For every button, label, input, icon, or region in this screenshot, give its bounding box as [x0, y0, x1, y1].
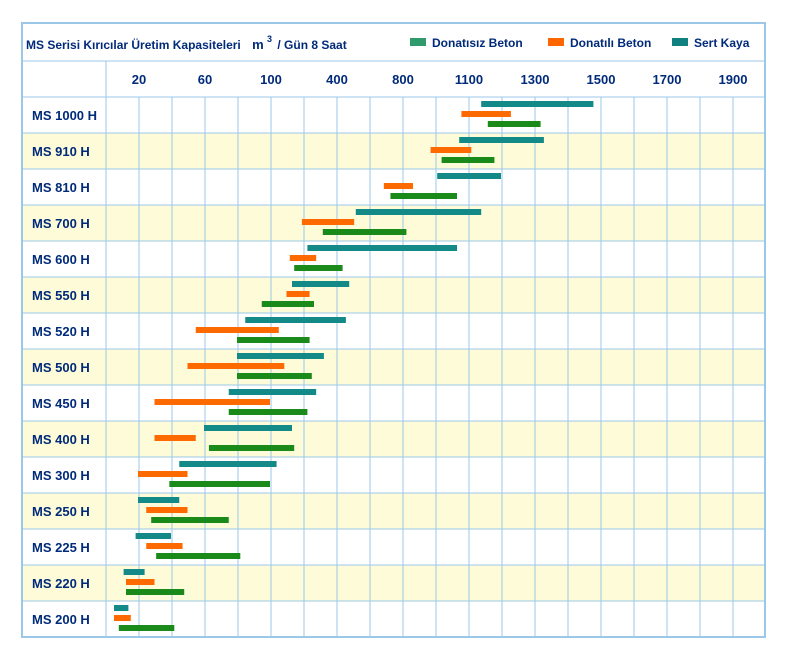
row-label-ms-700-h: MS 700 H: [32, 216, 90, 231]
bar-donatili-beton-ms-200-h: [114, 615, 131, 621]
bar-sert-kaya-ms-910-h: [459, 137, 544, 143]
bar-sert-kaya-ms-520-h: [245, 317, 346, 323]
bar-donatisiz-beton-ms-400-h: [208, 445, 295, 451]
bar-donatisiz-beton-ms-220-h: [126, 589, 185, 595]
legend: Donatısız Beton Donatılı Beton Sert Kaya: [410, 36, 750, 50]
bar-donatili-beton-ms-500-h: [187, 363, 285, 369]
row-label-ms-225-h: MS 225 H: [32, 540, 90, 555]
bar-donatili-beton-ms-910-h: [430, 147, 472, 153]
bar-donatili-beton-ms-450-h: [154, 399, 270, 405]
x-tick-label: 1700: [653, 72, 682, 87]
bar-donatili-beton-ms-520-h: [195, 327, 279, 333]
bar-sert-kaya-ms-500-h: [237, 353, 324, 359]
bar-donatisiz-beton-ms-225-h: [156, 553, 241, 559]
bar-donatili-beton-ms-700-h: [301, 219, 355, 225]
bar-donatisiz-beton-ms-1000-h: [487, 121, 541, 127]
x-tick-label: 100: [260, 72, 282, 87]
x-tick-label: 800: [392, 72, 414, 87]
row-band: [22, 421, 765, 457]
bar-sert-kaya-ms-600-h: [307, 245, 457, 251]
row-label-ms-810-h: MS 810 H: [32, 180, 90, 195]
legend-label: Sert Kaya: [694, 36, 750, 50]
legend-swatch: [410, 38, 426, 46]
row-label-ms-250-h: MS 250 H: [32, 504, 90, 519]
row-label-ms-520-h: MS 520 H: [32, 324, 90, 339]
bar-donatisiz-beton-ms-250-h: [151, 517, 229, 523]
row-band: [22, 493, 765, 529]
bar-donatisiz-beton-ms-500-h: [237, 373, 312, 379]
row-label-ms-400-h: MS 400 H: [32, 432, 90, 447]
bar-donatisiz-beton-ms-200-h: [118, 625, 175, 631]
bar-donatili-beton-ms-250-h: [146, 507, 188, 513]
bar-donatili-beton-ms-810-h: [383, 183, 413, 189]
row-band: [22, 349, 765, 385]
legend-swatch: [672, 38, 688, 46]
unit-prefix: m: [252, 37, 264, 52]
chart-title-text: MS Serisi Kırıcılar Üretim Kapasiteleri: [26, 37, 241, 52]
legend-label: Donatısız Beton: [432, 36, 523, 50]
legend-swatch: [548, 38, 564, 46]
x-tick-label: 1100: [455, 72, 483, 87]
bar-donatili-beton-ms-550-h: [286, 291, 310, 297]
x-tick-label: 400: [326, 72, 348, 87]
bar-sert-kaya-ms-400-h: [204, 425, 292, 431]
row-label-ms-910-h: MS 910 H: [32, 144, 90, 159]
row-label-ms-200-h: MS 200 H: [32, 612, 90, 627]
row-label-ms-450-h: MS 450 H: [32, 396, 90, 411]
bar-donatisiz-beton-ms-520-h: [237, 337, 310, 343]
bar-sert-kaya-ms-300-h: [179, 461, 277, 467]
row-label-ms-220-h: MS 220 H: [32, 576, 90, 591]
x-tick-label: 60: [198, 72, 212, 87]
bar-sert-kaya-ms-550-h: [292, 281, 350, 287]
capacity-chart: MS Serisi Kırıcılar Üretim Kapasiteleri …: [0, 0, 786, 662]
x-tick-label: 1300: [521, 72, 550, 87]
bar-donatili-beton-ms-220-h: [126, 579, 155, 585]
row-band: [22, 133, 765, 169]
bar-sert-kaya-ms-220-h: [123, 569, 145, 575]
bar-sert-kaya-ms-1000-h: [481, 101, 594, 107]
unit-exponent: 3: [267, 34, 272, 44]
row-label-ms-1000-h: MS 1000 H: [32, 108, 97, 123]
bar-donatisiz-beton-ms-700-h: [322, 229, 407, 235]
bar-donatili-beton-ms-600-h: [289, 255, 317, 261]
bar-sert-kaya-ms-225-h: [135, 533, 171, 539]
bar-donatisiz-beton-ms-300-h: [169, 481, 270, 487]
bar-sert-kaya-ms-700-h: [355, 209, 482, 215]
bar-donatili-beton-ms-1000-h: [461, 111, 511, 117]
bar-donatisiz-beton-ms-910-h: [441, 157, 495, 163]
chart-background: [0, 0, 786, 662]
bar-sert-kaya-ms-200-h: [114, 605, 129, 611]
unit-suffix: / Gün 8 Saat: [277, 38, 346, 52]
row-label-ms-600-h: MS 600 H: [32, 252, 90, 267]
row-label-ms-500-h: MS 500 H: [32, 360, 90, 375]
bar-sert-kaya-ms-250-h: [138, 497, 180, 503]
row-band: [22, 277, 765, 313]
bar-donatisiz-beton-ms-450-h: [228, 409, 308, 415]
bar-sert-kaya-ms-810-h: [437, 173, 501, 179]
bar-donatili-beton-ms-400-h: [154, 435, 196, 441]
bar-donatili-beton-ms-300-h: [138, 471, 188, 477]
bar-donatisiz-beton-ms-550-h: [261, 301, 314, 307]
x-tick-label: 20: [132, 72, 146, 87]
bar-sert-kaya-ms-450-h: [228, 389, 317, 395]
legend-label: Donatılı Beton: [570, 36, 651, 50]
row-labels: MS 1000 H MS 910 H MS 810 H MS 700 H MS 600 …: [32, 108, 97, 627]
x-tick-label: 1900: [719, 72, 748, 87]
row-label-ms-550-h: MS 550 H: [32, 288, 90, 303]
x-tick-label: 1500: [587, 72, 616, 87]
bar-donatisiz-beton-ms-810-h: [390, 193, 457, 199]
bar-donatisiz-beton-ms-600-h: [294, 265, 343, 271]
bar-donatili-beton-ms-225-h: [146, 543, 183, 549]
row-label-ms-300-h: MS 300 H: [32, 468, 90, 483]
